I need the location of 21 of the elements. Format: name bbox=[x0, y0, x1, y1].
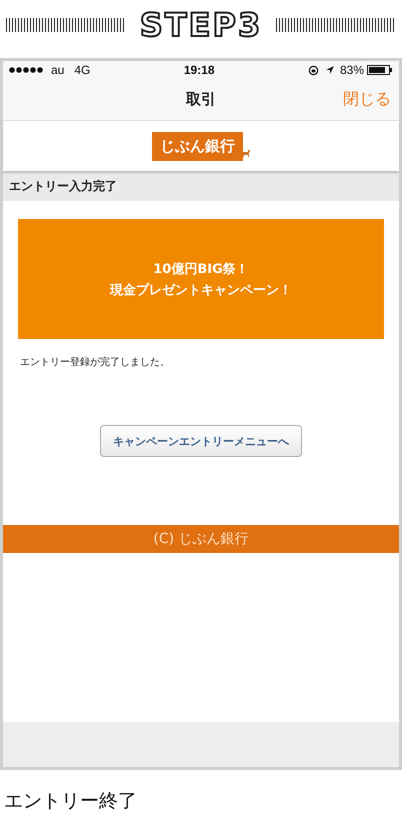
bank-logo: じぶん銀行 bbox=[152, 132, 243, 160]
step-heading: STEP3 bbox=[140, 6, 262, 44]
completion-message: エントリー登録が完了しました。 bbox=[20, 356, 171, 369]
clock-time: 19:18 bbox=[184, 63, 215, 77]
step-caption: エントリー終了 bbox=[4, 789, 138, 814]
section-header: エントリー入力完了 bbox=[3, 171, 399, 201]
small-animal-icon bbox=[243, 150, 250, 156]
copyright-footer: (C) じぶん銀行 bbox=[3, 525, 399, 553]
carrier-label: au bbox=[51, 63, 64, 77]
campaign-banner[interactable]: 10億円BIG祭！ 現金プレゼントキャンペーン！ bbox=[18, 219, 384, 339]
location-arrow-icon bbox=[324, 65, 335, 75]
banner-text: 現金プレゼントキャンペーン！ bbox=[110, 282, 292, 298]
battery-icon bbox=[367, 65, 394, 75]
banner-text: 10億円BIG祭！ bbox=[153, 260, 249, 278]
network-label: 4G bbox=[74, 63, 90, 77]
battery-percent: 83% bbox=[340, 63, 364, 77]
close-link[interactable]: 閉じる bbox=[343, 89, 391, 110]
entry-menu-button[interactable]: キャンペーンエントリーメニューへ bbox=[100, 425, 302, 457]
signal-icon bbox=[9, 67, 43, 73]
nav-title: 取引 bbox=[186, 90, 216, 109]
rotation-lock-icon bbox=[308, 64, 319, 76]
